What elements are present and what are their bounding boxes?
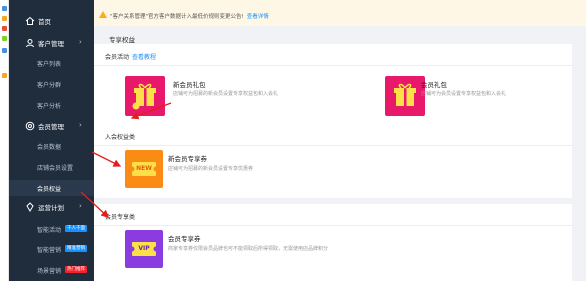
item-title[interactable]: 新会员礼包 [173,79,206,89]
nav-member-mgmt[interactable]: 会员管理 › [9,117,94,135]
nav-item-scene-marketing[interactable]: 场景营销 热门推荐 [9,262,94,278]
nav-item-customer-group[interactable]: 客户分群 [9,76,94,92]
item-title[interactable]: 会员礼包 [421,79,447,89]
customer-icon [26,39,34,48]
notice-detail-link[interactable]: 查看详情 [247,14,269,20]
member-icon [25,121,35,131]
gift-icon [394,83,416,106]
tool-icon-3[interactable] [2,26,7,31]
notice-message: "客户关系管理"官方客户数据计入最低价规则变更公告! [110,14,244,20]
tool-icon-2[interactable] [2,16,7,21]
nav-customer-mgmt-label: 客户管理 [38,40,64,48]
nav-item-label: 会员数据 [37,144,62,151]
item-title[interactable]: 新会员专享券 [168,153,207,163]
nav-item-label: 店铺会员设置 [37,165,74,172]
notice-bar: "客户关系管理"官方客户数据计入最低价规则变更公告! 查看详情 [94,0,586,26]
main-content: 专享权益 会员活动 查看教程 新会员礼包 店铺可为招募的新会员设置专享权益包和入会… [94,26,586,281]
new-member-coupon-tile[interactable]: NEW [125,150,163,188]
section-join-benefits: 入会权益类 [94,124,572,146]
nav-item-smart-activity[interactable]: 智能活动 千人千面 [9,221,94,237]
gift-icon [132,83,156,110]
nav-item-tag: 千人千面 [65,225,87,232]
item-desc: 商家专享券仅限会员品牌也可不能领取后所得领取，无需使用店品牌积分 [168,246,329,252]
nav-item-label: 场景营销 [37,268,62,275]
section-title: 入会权益类 [105,134,136,141]
nav-item-tag: 精准营销 [65,245,87,252]
nav-item-store-member-settings[interactable]: 店铺会员设置 [9,159,94,175]
coupon-tile-text: VIP [138,245,150,252]
item-desc: 店铺可为招募的新会员设置专享优惠券 [168,166,254,172]
nav-item-member-benefits[interactable]: 会员权益 [9,180,94,196]
section-member-exclusive: 会员专享类 [94,204,572,226]
nav-member-mgmt-label: 会员管理 [38,123,64,131]
tool-icon-1[interactable] [2,6,7,11]
nav-item-label: 会员权益 [37,186,62,193]
tool-icon-6[interactable] [2,73,7,78]
item-desc: 店铺可为会员设置专享权益包和入会礼 [421,91,507,97]
nav-item-customer-list[interactable]: 客户列表 [9,55,94,71]
nav-item-smart-marketing[interactable]: 智能营销 精准营销 [9,241,94,257]
page-title: 专享权益 [109,36,135,44]
nav-item-label: 客户分析 [37,103,62,110]
nav-home-label: 首页 [38,18,51,26]
join-card: NEW 新会员专享券 店铺可为招募的新会员设置专享优惠券 [94,146,572,198]
left-tool-strip [0,0,9,281]
item-title[interactable]: 会员专享券 [168,233,201,243]
section-member-activity: 会员活动 查看教程 [94,44,572,66]
section-label: 会员活动 查看教程 [105,52,156,61]
nav-item-label: 客户分群 [37,82,62,89]
nav-item-label: 智能营销 [37,247,62,254]
chevron-right-icon: › [79,38,82,46]
tutorial-link[interactable]: 查看教程 [132,54,156,61]
nav-customer-mgmt[interactable]: 客户管理 › [9,34,94,52]
coupon-tile-text: NEW [136,165,152,172]
member-coupon-tile[interactable]: VIP [125,230,163,268]
new-member-gift-tile[interactable] [125,76,165,116]
sidebar: 首页 客户管理 › 客户列表 客户分群 客户分析 会员管理 › 会员数据 店铺会… [9,0,94,281]
nav-home[interactable]: 首页 [9,12,94,30]
warning-icon [99,11,107,18]
chevron-right-icon: › [79,121,82,129]
app-root: 首页 客户管理 › 客户列表 客户分群 客户分析 会员管理 › 会员数据 店铺会… [0,0,586,281]
section-title: 会员专享类 [105,214,136,221]
ops-icon [26,202,34,212]
member-gift-tile[interactable] [385,76,425,116]
home-icon [25,16,35,25]
nav-item-customer-analysis[interactable]: 客户分析 [9,97,94,113]
section-title: 会员活动 [105,54,130,61]
nav-item-label: 智能活动 [37,227,62,234]
chevron-right-icon: › [79,202,82,210]
nav-item-member-data[interactable]: 会员数据 [9,138,94,154]
item-desc: 店铺可为招募的新会员设置专享权益包和入会礼 [173,91,279,97]
tool-icon-4[interactable] [2,36,7,41]
tool-icon-5[interactable] [2,48,7,53]
notice-text: "客户关系管理"官方客户数据计入最低价规则变更公告! 查看详情 [110,12,269,20]
nav-item-tag: 热门推荐 [65,266,87,273]
member-card: VIP 会员专享券 商家专享券仅限会员品牌也可不能领取后所得领取，无需使用店品牌… [94,226,572,281]
nav-ops-plan[interactable]: 运营计划 › [9,198,94,216]
nav-item-label: 客户列表 [37,61,62,68]
nav-ops-plan-label: 运营计划 [38,204,64,212]
